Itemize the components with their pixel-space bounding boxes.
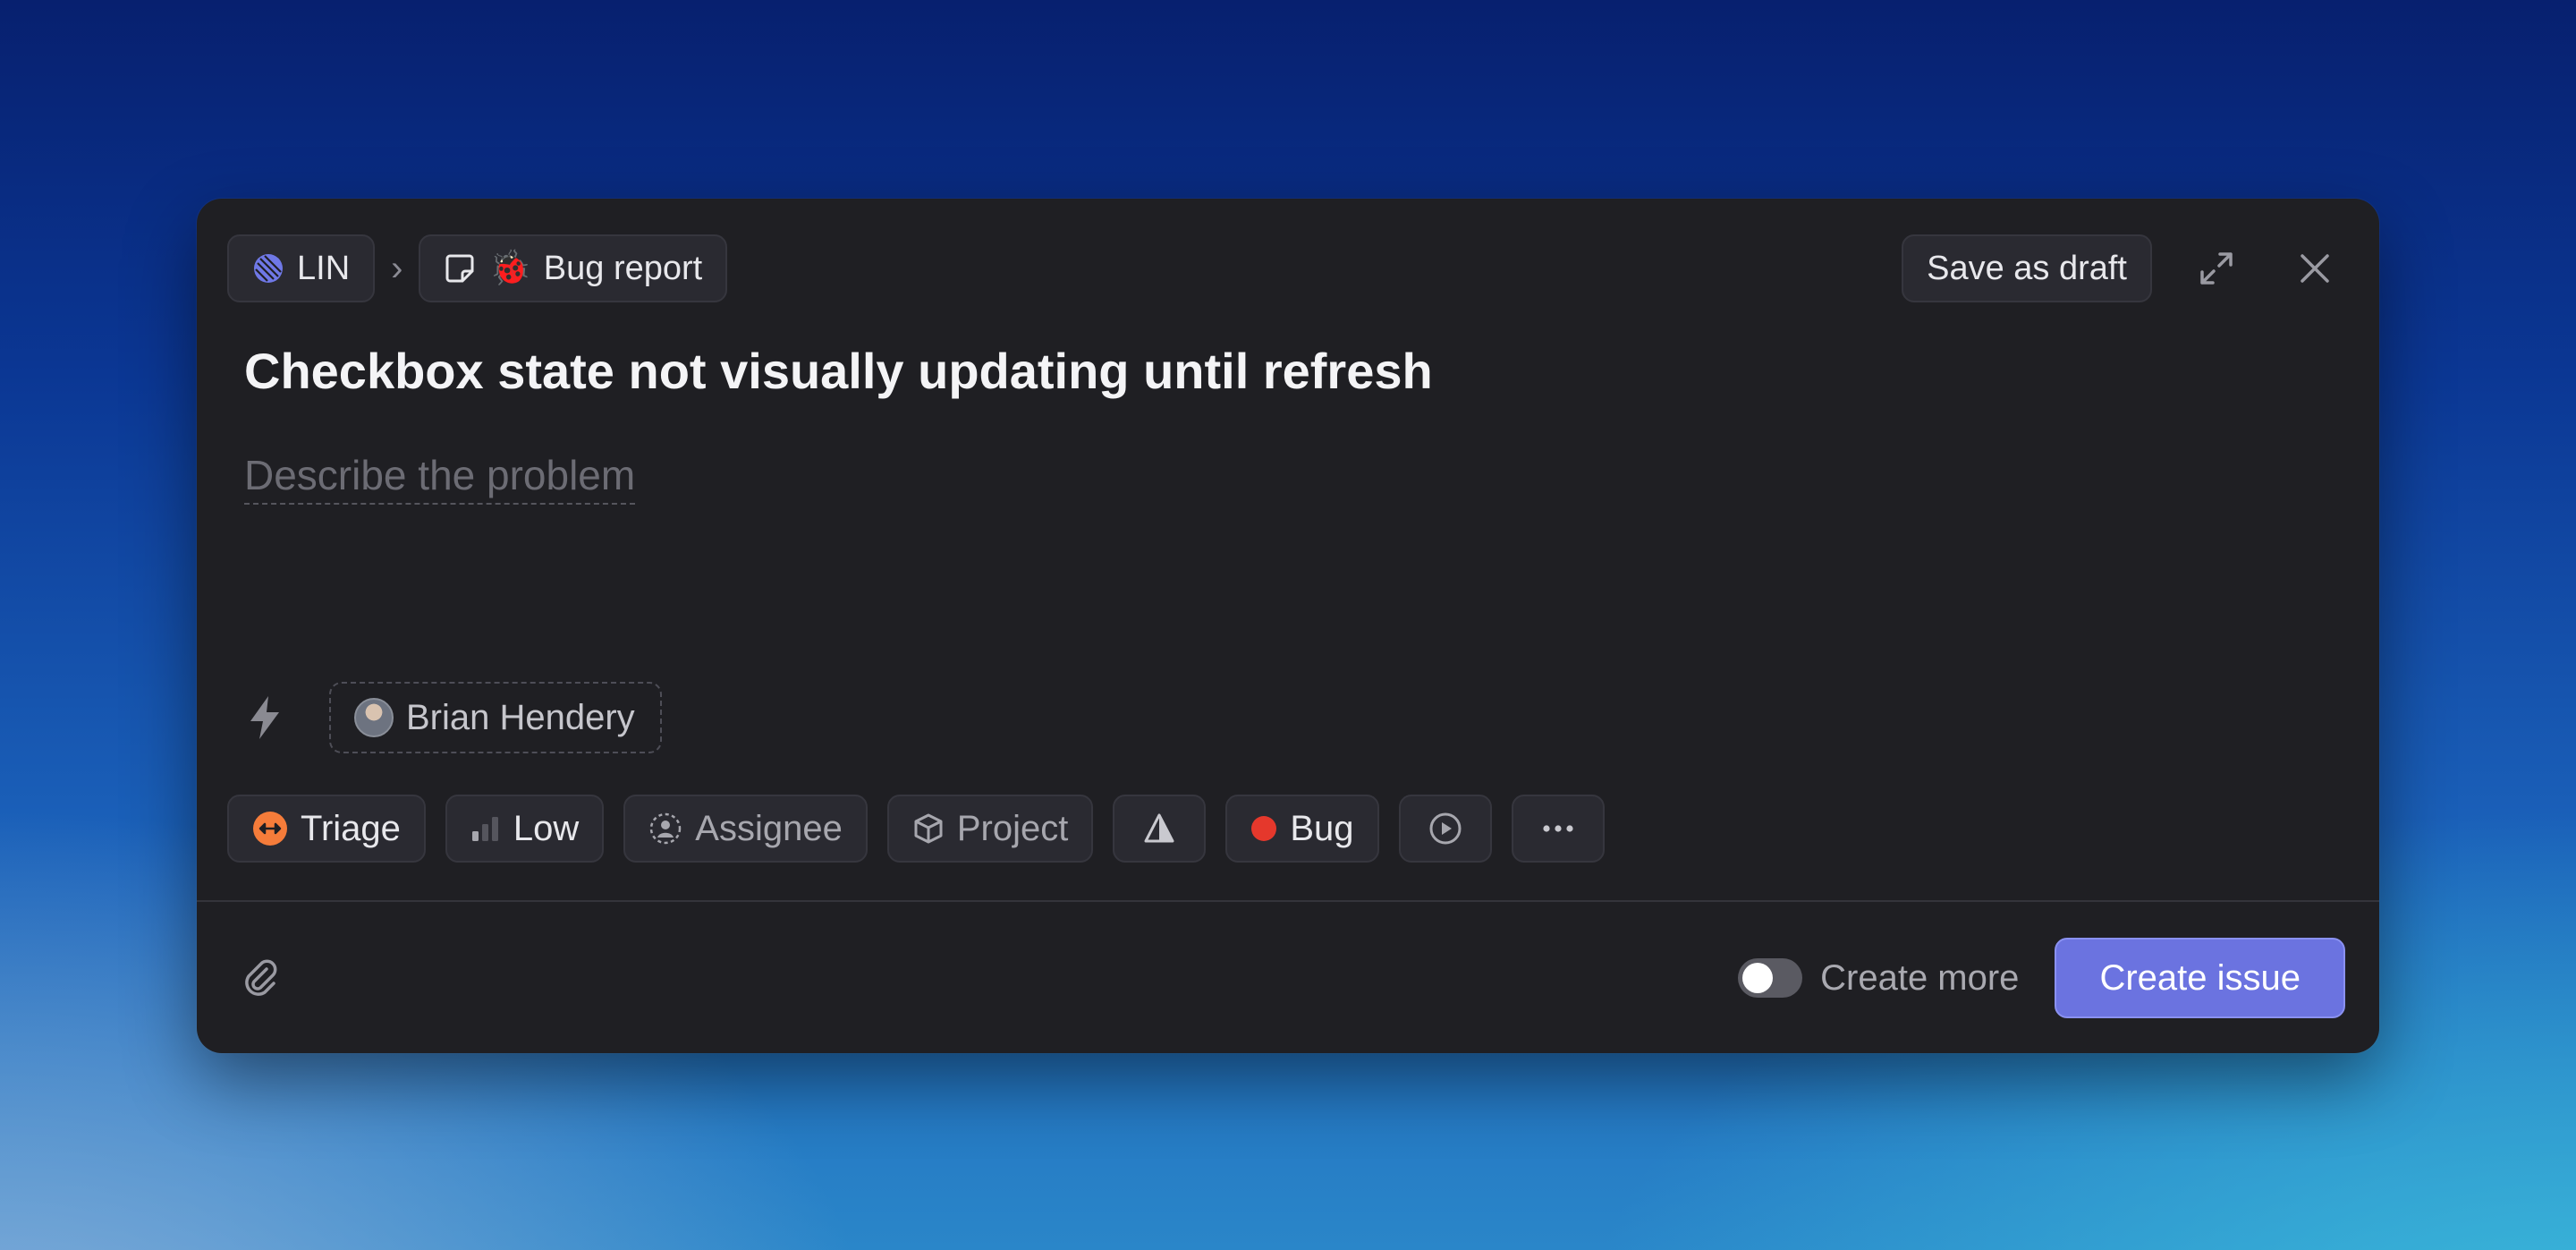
template-properties-row: Brian Hendery: [245, 682, 662, 753]
paperclip-icon[interactable]: [227, 944, 295, 1012]
team-selector[interactable]: LIN: [227, 234, 376, 302]
triage-icon: [252, 811, 288, 846]
cycle-button[interactable]: [1398, 795, 1492, 863]
label-bug-button[interactable]: Bug: [1225, 795, 1379, 863]
properties-bar: Triage Low Assignee Project Bug: [227, 795, 1605, 863]
create-issue-modal: LIN › 🐞 Bug report Save as draft Checkbo…: [197, 199, 2379, 1053]
priority-low-icon: [470, 813, 501, 844]
cycle-play-icon: [1428, 811, 1463, 846]
project-button[interactable]: Project: [886, 795, 1094, 863]
status-label: Triage: [301, 808, 401, 848]
template-label: Bug report: [543, 249, 703, 287]
linear-logo-icon: [252, 252, 284, 285]
lightning-icon: [245, 694, 284, 741]
close-icon[interactable]: [2281, 234, 2349, 302]
priority-label: Low: [513, 808, 580, 848]
modal-header: LIN › 🐞 Bug report Save as draft: [227, 234, 2349, 302]
estimate-button[interactable]: [1113, 795, 1207, 863]
user-chip[interactable]: Brian Hendery: [329, 682, 662, 753]
team-label: LIN: [297, 249, 351, 287]
breadcrumb-separator: ›: [391, 248, 403, 288]
user-name: Brian Hendery: [406, 697, 635, 737]
more-icon: [1542, 824, 1574, 833]
assignee-label: Assignee: [695, 808, 843, 848]
expand-icon[interactable]: [2182, 234, 2250, 302]
label-dot-icon: [1250, 815, 1277, 842]
create-more-label: Create more: [1820, 957, 2020, 998]
toggle-knob: [1742, 963, 1774, 993]
save-draft-label: Save as draft: [1927, 249, 2127, 287]
estimate-icon: [1143, 812, 1175, 845]
issue-title-input[interactable]: Checkbox state not visually updating unt…: [244, 342, 1433, 400]
project-label: Project: [956, 808, 1069, 848]
priority-button[interactable]: Low: [445, 795, 605, 863]
assignee-button[interactable]: Assignee: [623, 795, 868, 863]
template-selector[interactable]: 🐞 Bug report: [419, 234, 728, 302]
more-options-button[interactable]: [1511, 795, 1605, 863]
label-text: Bug: [1290, 808, 1354, 848]
create-issue-label: Create issue: [2099, 957, 2301, 998]
template-icon: [444, 252, 476, 285]
footer-divider: [197, 900, 2379, 902]
save-draft-button[interactable]: Save as draft: [1902, 234, 2152, 302]
create-more-toggle[interactable]: [1738, 958, 1803, 998]
status-triage-button[interactable]: Triage: [227, 795, 426, 863]
assignee-icon: [648, 812, 682, 846]
create-issue-button[interactable]: Create issue: [2055, 938, 2345, 1018]
project-cube-icon: [912, 812, 945, 845]
issue-description-input[interactable]: Describe the problem: [244, 451, 636, 505]
modal-footer: Create more Create issue: [227, 938, 2345, 1018]
avatar: [354, 698, 394, 737]
ladybug-emoji-icon: 🐞: [488, 250, 531, 287]
create-more-toggle-group[interactable]: Create more: [1738, 958, 2019, 999]
